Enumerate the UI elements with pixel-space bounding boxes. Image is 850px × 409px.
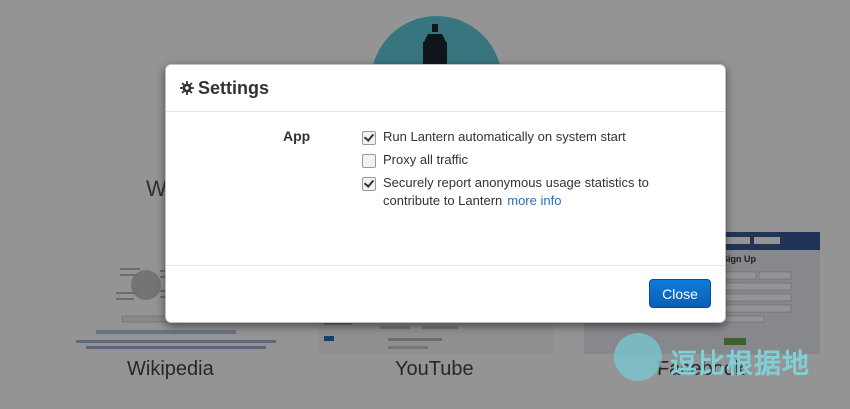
settings-modal: Settings App Run Lantern automatically o… bbox=[165, 64, 726, 323]
option-label: Run Lantern automatically on system star… bbox=[383, 129, 626, 144]
option-label: Proxy all traffic bbox=[383, 152, 469, 167]
modal-header: Settings bbox=[166, 65, 725, 112]
gear-icon bbox=[180, 81, 194, 95]
option-label-line2: contribute to Lantern bbox=[383, 193, 503, 208]
option-label-line1: Securely report anonymous usage statisti… bbox=[383, 175, 649, 190]
modal-footer: Close bbox=[166, 266, 725, 323]
checkbox-run-on-startup[interactable] bbox=[362, 131, 376, 145]
close-button[interactable]: Close bbox=[649, 279, 711, 308]
option-usage-statistics[interactable]: Securely report anonymous usage statisti… bbox=[362, 174, 649, 210]
modal-body: App Run Lantern automatically on system … bbox=[166, 112, 725, 266]
more-info-link[interactable]: more info bbox=[507, 193, 561, 208]
checkbox-usage-statistics[interactable] bbox=[362, 177, 376, 191]
checkbox-proxy-all-traffic[interactable] bbox=[362, 154, 376, 168]
modal-title: Settings bbox=[180, 78, 269, 99]
option-run-on-startup[interactable]: Run Lantern automatically on system star… bbox=[362, 128, 626, 146]
option-proxy-all-traffic[interactable]: Proxy all traffic bbox=[362, 151, 468, 169]
watermark-text: 逗比根据地 bbox=[670, 349, 810, 379]
option-label: Securely report anonymous usage statisti… bbox=[383, 174, 649, 210]
watermark-logo-icon bbox=[614, 333, 662, 381]
section-label-app: App bbox=[283, 128, 311, 144]
modal-title-text: Settings bbox=[198, 77, 270, 98]
